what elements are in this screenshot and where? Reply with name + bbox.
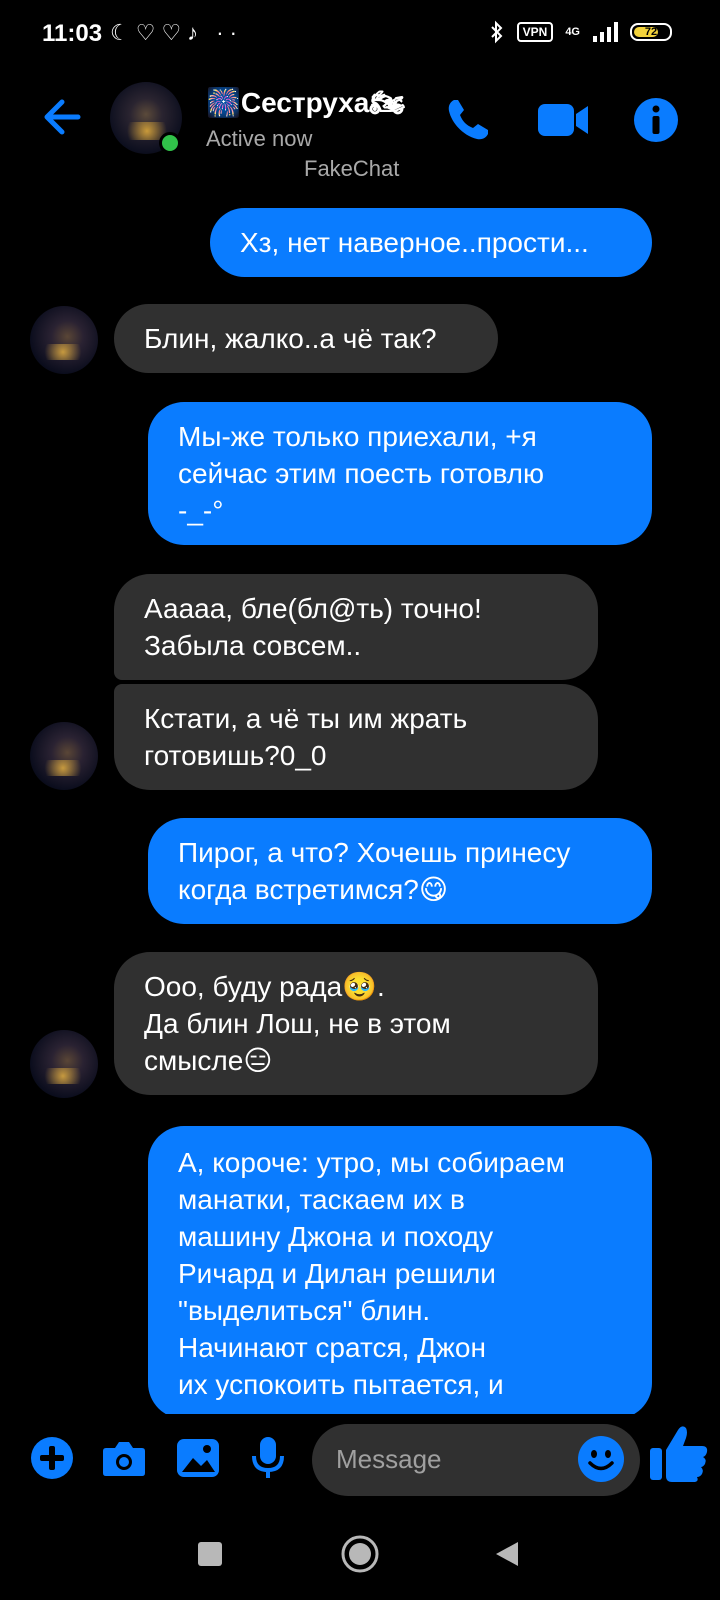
plus-icon[interactable] <box>28 1434 76 1482</box>
message-outgoing[interactable]: Мы-же только приехали, +я сейчас этим по… <box>148 402 652 545</box>
contact-avatar-small <box>30 722 98 790</box>
notification-icons: ☾♡♡♪ ·· <box>110 20 243 45</box>
message-outgoing[interactable]: Хз, нет наверное..прости... <box>210 208 652 277</box>
battery-icon: 72 <box>630 23 672 41</box>
microphone-icon[interactable] <box>244 1434 292 1482</box>
message-placeholder: Message <box>336 1444 442 1474</box>
contact-avatar-small <box>30 1030 98 1098</box>
watermark: FakeChat <box>304 156 400 181</box>
status-right: VPN 4G 72 <box>489 20 672 44</box>
bluetooth-icon <box>490 20 503 44</box>
info-icon[interactable] <box>628 92 684 148</box>
battery-level: 72 <box>644 26 658 38</box>
video-camera-icon[interactable] <box>536 92 592 148</box>
message-incoming[interactable]: Ааааа, бле(бл@ть) точно! Забыла совсем.. <box>114 574 598 680</box>
back-arrow-icon[interactable] <box>38 92 88 142</box>
message-outgoing[interactable]: Пирог, а что? Хочешь принесу когда встре… <box>148 818 652 924</box>
message-outgoing[interactable]: А, короче: утро, мы собираем манатки, та… <box>148 1126 652 1414</box>
chat-header: 🎆Сеструха🏍 Active now FakeChat <box>0 70 720 200</box>
thumbs-up-icon[interactable] <box>646 1420 712 1486</box>
message-incoming[interactable]: Кстати, а чё ты им жрать готовишь?0_0 <box>114 684 598 790</box>
recents-button[interactable] <box>198 1542 222 1566</box>
composer-bar: Message <box>0 1414 720 1514</box>
message-input[interactable]: Message <box>312 1424 640 1496</box>
system-nav-bar <box>0 1514 720 1600</box>
message-incoming[interactable]: Блин, жалко..а чё так? <box>114 304 498 373</box>
contact-avatar-small <box>30 306 98 374</box>
nav-back-button[interactable] <box>494 1540 520 1568</box>
message-list[interactable]: Хз, нет наверное..прости... Блин, жалко.… <box>0 200 720 1414</box>
camera-icon[interactable] <box>100 1434 148 1482</box>
gallery-icon[interactable] <box>174 1434 222 1482</box>
presence-status: Active now <box>206 126 313 151</box>
network-label: 4G <box>565 26 580 38</box>
signal-icon <box>593 22 618 42</box>
contact-name[interactable]: 🎆Сеструха🏍 <box>206 86 405 119</box>
phone-icon[interactable] <box>440 92 496 148</box>
vpn-badge: VPN <box>516 22 554 42</box>
online-indicator <box>159 132 181 154</box>
status-bar: 11:03 ☾♡♡♪ ·· VPN 4G 72 <box>0 0 720 70</box>
message-incoming[interactable]: Ооо, буду рада🥹. Да блин Лош, не в этом … <box>114 952 598 1095</box>
emoji-icon[interactable] <box>576 1434 626 1484</box>
home-button[interactable] <box>340 1534 380 1574</box>
status-time: 11:03 <box>42 20 103 47</box>
